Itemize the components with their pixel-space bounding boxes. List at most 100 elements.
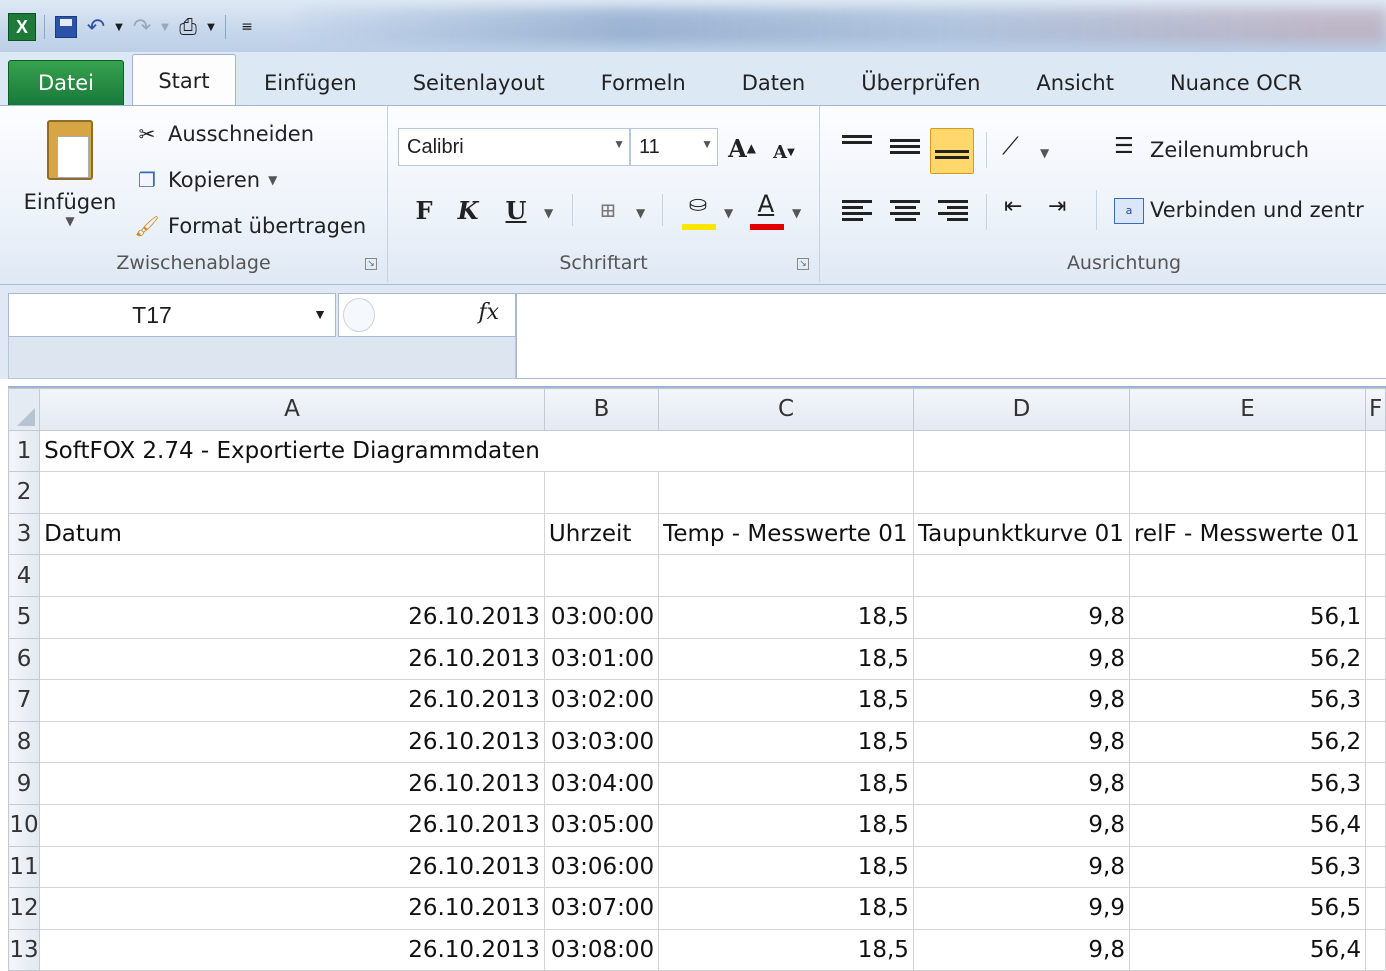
row-header[interactable]: 11: [7, 845, 41, 889]
align-right-icon[interactable]: [938, 196, 968, 224]
cell-e10[interactable]: 56,4: [1128, 803, 1367, 847]
cell-c2[interactable]: [658, 471, 914, 514]
font-launcher-icon[interactable]: ↘: [797, 258, 809, 270]
cell-a7[interactable]: 26.10.2013: [39, 679, 545, 722]
cell-c1[interactable]: [658, 429, 914, 473]
cell-e1[interactable]: [1128, 429, 1367, 473]
cell-a4[interactable]: [39, 554, 545, 597]
row-header[interactable]: 8: [7, 720, 41, 764]
row-header[interactable]: 4: [7, 554, 41, 597]
paste-dropdown-icon[interactable]: ▼: [20, 214, 120, 228]
column-header-e[interactable]: E: [1128, 388, 1367, 431]
cell-d11[interactable]: 9,8: [912, 845, 1130, 889]
cell-c3[interactable]: Temp - Messwerte 01: [658, 512, 914, 556]
tab-überprüfen[interactable]: Überprüfen: [833, 60, 1008, 106]
cut-button[interactable]: ✂ Ausschneiden: [134, 116, 314, 152]
cell-b11[interactable]: 03:06:00: [543, 845, 660, 889]
format-painter-button[interactable]: 🖌 Format übertragen: [134, 208, 366, 244]
font-size-combo[interactable]: 11 ▼: [630, 128, 718, 166]
copy-button[interactable]: ❐ Kopieren ▼: [134, 162, 277, 198]
cell-c8[interactable]: 18,5: [658, 720, 914, 764]
row-header[interactable]: 10: [7, 803, 41, 847]
underline-button[interactable]: U: [498, 192, 534, 228]
cell-f4[interactable]: [1365, 554, 1386, 597]
tab-nuance-ocr[interactable]: Nuance OCR: [1142, 60, 1330, 106]
cell-b10[interactable]: 03:05:00: [543, 803, 660, 847]
undo-dropdown-icon[interactable]: ▼: [113, 14, 125, 40]
cell-d2[interactable]: [912, 471, 1130, 514]
cell-a9[interactable]: 26.10.2013: [39, 762, 545, 805]
fill-color-dropdown-icon[interactable]: ▼: [724, 206, 733, 220]
tab-seitenlayout[interactable]: Seitenlayout: [385, 60, 573, 106]
italic-button[interactable]: K: [450, 192, 486, 228]
cell-a1[interactable]: SoftFOX 2.74 - Exportierte Diagrammdaten: [39, 429, 545, 473]
cell-e8[interactable]: 56,2: [1128, 720, 1367, 764]
orientation-icon[interactable]: ⟋: [1002, 132, 1019, 160]
cancel-formula-icon[interactable]: [343, 298, 375, 332]
cell-a12[interactable]: 26.10.2013: [39, 887, 545, 930]
tab-formeln[interactable]: Formeln: [573, 60, 714, 106]
cell-e11[interactable]: 56,3: [1128, 845, 1367, 889]
merge-center-button[interactable]: Verbinden und zentr: [1114, 192, 1364, 228]
row-header[interactable]: 6: [7, 637, 41, 681]
cell-c5[interactable]: 18,5: [658, 595, 914, 639]
row-header[interactable]: 13: [7, 928, 41, 971]
cell-b5[interactable]: 03:00:00: [543, 595, 660, 639]
cell-a10[interactable]: 26.10.2013: [39, 803, 545, 847]
cell-d9[interactable]: 9,8: [912, 762, 1130, 805]
cell-f13[interactable]: [1365, 928, 1386, 971]
cell-e4[interactable]: [1128, 554, 1367, 597]
row-header[interactable]: 2: [7, 471, 41, 514]
customize-toolbar-icon[interactable]: ≡: [234, 14, 260, 40]
excel-logo-icon[interactable]: X: [8, 13, 36, 41]
cell-c6[interactable]: 18,5: [658, 637, 914, 681]
align-top-icon[interactable]: [842, 128, 872, 156]
cell-c13[interactable]: 18,5: [658, 928, 914, 971]
cell-a2[interactable]: [39, 471, 545, 514]
clipboard-launcher-icon[interactable]: ↘: [365, 258, 377, 270]
row-header[interactable]: 1: [7, 429, 41, 473]
column-header-c[interactable]: C: [658, 388, 914, 431]
copy-dropdown-icon[interactable]: ▼: [268, 173, 277, 187]
paste-button[interactable]: Einfügen ▼: [20, 120, 120, 250]
wrap-text-button[interactable]: Zeilenumbruch: [1114, 132, 1309, 168]
tab-ansicht[interactable]: Ansicht: [1008, 60, 1142, 106]
insert-function-icon[interactable]: fx: [478, 300, 499, 325]
cell-d13[interactable]: 9,8: [912, 928, 1130, 971]
cell-a3[interactable]: Datum: [39, 512, 545, 556]
cell-b3[interactable]: Uhrzeit: [543, 512, 660, 556]
cell-f7[interactable]: [1365, 679, 1386, 722]
cell-e13[interactable]: 56,4: [1128, 928, 1367, 971]
cell-d12[interactable]: 9,9: [912, 887, 1130, 930]
cell-c12[interactable]: 18,5: [658, 887, 914, 930]
cell-e9[interactable]: 56,3: [1128, 762, 1367, 805]
cell-a11[interactable]: 26.10.2013: [39, 845, 545, 889]
increase-indent-icon[interactable]: ⇥: [1048, 194, 1066, 219]
name-box[interactable]: T17 ▼: [8, 293, 336, 337]
tab-datei[interactable]: Datei: [8, 60, 124, 106]
cell-d1[interactable]: [912, 429, 1130, 473]
cell-d6[interactable]: 9,8: [912, 637, 1130, 681]
font-color-dropdown-icon[interactable]: ▼: [792, 206, 801, 220]
cell-a6[interactable]: 26.10.2013: [39, 637, 545, 681]
align-bottom-icon[interactable]: [930, 128, 974, 174]
cell-f1[interactable]: [1365, 429, 1386, 473]
cell-a13[interactable]: 26.10.2013: [39, 928, 545, 971]
cell-b13[interactable]: 03:08:00: [543, 928, 660, 971]
cell-e7[interactable]: 56,3: [1128, 679, 1367, 722]
align-center-icon[interactable]: [890, 196, 920, 224]
cell-d7[interactable]: 9,8: [912, 679, 1130, 722]
cell-f8[interactable]: [1365, 720, 1386, 764]
cell-e12[interactable]: 56,5: [1128, 887, 1367, 930]
borders-icon[interactable]: ⊞: [590, 192, 626, 228]
cell-b12[interactable]: 03:07:00: [543, 887, 660, 930]
tab-einfügen[interactable]: Einfügen: [236, 60, 385, 106]
formula-input[interactable]: [516, 293, 1386, 379]
cell-d4[interactable]: [912, 554, 1130, 597]
redo-dropdown-icon[interactable]: ▼: [159, 14, 171, 40]
cell-e3[interactable]: relF - Messwerte 01: [1128, 512, 1367, 556]
cell-c7[interactable]: 18,5: [658, 679, 914, 722]
cell-f2[interactable]: [1365, 471, 1386, 514]
tab-start[interactable]: Start: [132, 54, 236, 106]
fill-color-button[interactable]: ⛀: [680, 186, 716, 222]
